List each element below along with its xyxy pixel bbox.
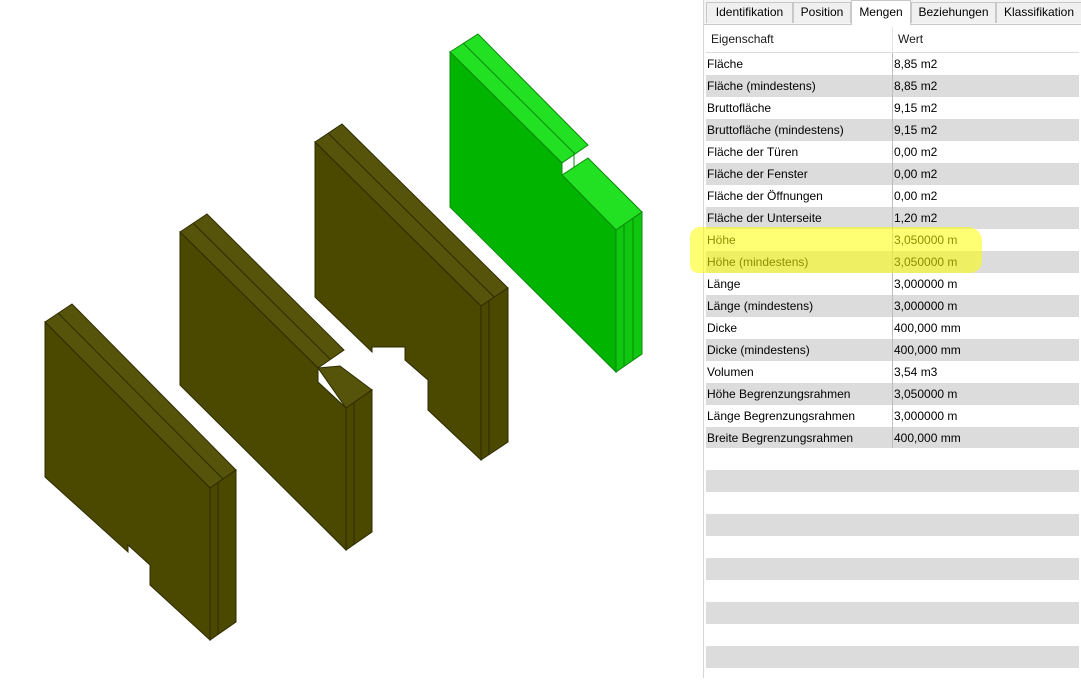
property-name: Volumen xyxy=(707,365,754,379)
property-name: Bruttofläche xyxy=(707,101,772,115)
table-row[interactable]: Fläche der Unterseite 1,20 m2 xyxy=(706,207,1079,229)
cell-divider xyxy=(892,141,893,163)
property-name: Dicke xyxy=(707,321,738,335)
cell-divider xyxy=(892,405,893,427)
property-value: 400,000 mm xyxy=(894,431,961,445)
cell-divider xyxy=(892,339,893,361)
property-value: 3,000000 m xyxy=(894,299,958,313)
property-name: Fläche der Türen xyxy=(707,145,799,159)
table-row[interactable]: Breite Begrenzungsrahmen 400,000 mm xyxy=(706,427,1079,449)
property-name: Höhe Begrenzungsrahmen xyxy=(707,387,851,401)
cell-divider xyxy=(892,229,893,251)
table-row[interactable]: Fläche der Fenster 0,00 m2 xyxy=(706,163,1079,185)
property-value: 1,20 m2 xyxy=(894,211,938,225)
cell-divider xyxy=(892,119,893,141)
cell-divider xyxy=(892,383,893,405)
table-row[interactable]: Dicke (mindestens) 400,000 mm xyxy=(706,339,1079,361)
grid-rows: Fläche 8,85 m2 Fläche (mindestens) 8,85 m2 B… xyxy=(706,53,1079,449)
cell-divider xyxy=(892,427,893,449)
table-row[interactable]: Fläche der Türen 0,00 m2 xyxy=(706,141,1079,163)
quantities-grid: Eigenschaft Wert Fläche 8,85 m2 Fläche (mi… xyxy=(706,27,1079,449)
table-row[interactable]: Bruttofläche (mindestens) 9,15 m2 xyxy=(706,119,1079,141)
property-name: Fläche der Fenster xyxy=(707,167,808,181)
column-header-property[interactable]: Eigenschaft xyxy=(711,27,774,52)
table-row[interactable]: Bruttofläche 9,15 m2 xyxy=(706,97,1079,119)
table-row[interactable]: Fläche der Öffnungen 0,00 m2 xyxy=(706,185,1079,207)
property-value: 400,000 mm xyxy=(894,321,961,335)
property-value: 9,15 m2 xyxy=(894,123,938,137)
property-name: Breite Begrenzungsrahmen xyxy=(707,431,854,445)
property-value: 3,050000 m xyxy=(894,255,958,269)
property-name: Dicke (mindestens) xyxy=(707,343,810,357)
property-name: Länge xyxy=(707,277,741,291)
table-row[interactable]: Länge Begrenzungsrahmen 3,000000 m xyxy=(706,405,1079,427)
cell-divider xyxy=(892,53,893,75)
cell-divider xyxy=(892,273,893,295)
grid-header: Eigenschaft Wert xyxy=(706,27,1079,53)
property-value: 0,00 m2 xyxy=(894,167,938,181)
property-value: 3,050000 m xyxy=(894,233,958,247)
3d-viewport[interactable] xyxy=(0,0,703,678)
property-name: Länge (mindestens) xyxy=(707,299,814,313)
cell-divider xyxy=(892,97,893,119)
property-value: 0,00 m2 xyxy=(894,189,938,203)
property-value: 8,85 m2 xyxy=(894,79,938,93)
property-value: 8,85 m2 xyxy=(894,57,938,71)
table-row[interactable]: Länge 3,000000 m xyxy=(706,273,1079,295)
cell-divider xyxy=(892,251,893,273)
property-value: 0,00 m2 xyxy=(894,145,938,159)
cell-divider xyxy=(892,295,893,317)
cell-divider xyxy=(892,361,893,383)
table-row[interactable]: Höhe 3,050000 m xyxy=(706,229,1079,251)
cell-divider xyxy=(892,317,893,339)
table-row[interactable]: Volumen 3,54 m3 xyxy=(706,361,1079,383)
property-name: Fläche xyxy=(707,57,744,71)
table-row[interactable]: Fläche (mindestens) 8,85 m2 xyxy=(706,75,1079,97)
property-value: 3,000000 m xyxy=(894,409,958,423)
property-name: Bruttofläche (mindestens) xyxy=(707,123,844,137)
table-row[interactable]: Höhe Begrenzungsrahmen 3,050000 m xyxy=(706,383,1079,405)
property-value: 3,54 m3 xyxy=(894,365,938,379)
cell-divider xyxy=(892,207,893,229)
properties-panel: Identifikation Position Mengen Beziehung… xyxy=(703,0,1081,690)
property-name: Fläche der Unterseite xyxy=(707,211,822,225)
property-value: 3,000000 m xyxy=(894,277,958,291)
model-view[interactable] xyxy=(0,0,703,678)
property-value: 400,000 mm xyxy=(894,343,961,357)
property-value: 3,050000 m xyxy=(894,387,958,401)
table-row[interactable]: Fläche 8,85 m2 xyxy=(706,53,1079,75)
tab-beziehungen[interactable]: Beziehungen xyxy=(911,2,996,23)
property-value: 9,15 m2 xyxy=(894,101,938,115)
cell-divider xyxy=(892,185,893,207)
column-divider[interactable] xyxy=(892,27,893,52)
column-header-value[interactable]: Wert xyxy=(898,27,923,52)
property-name: Höhe (mindestens) xyxy=(707,255,809,269)
tab-bar: Identifikation Position Mengen Beziehung… xyxy=(704,0,1081,25)
tab-identifikation[interactable]: Identifikation xyxy=(706,2,793,23)
table-row[interactable]: Höhe (mindestens) 3,050000 m xyxy=(706,251,1079,273)
grid-empty-area xyxy=(706,448,1079,690)
cell-divider xyxy=(892,163,893,185)
cell-divider xyxy=(892,75,893,97)
property-name: Fläche (mindestens) xyxy=(707,79,816,93)
tab-position[interactable]: Position xyxy=(793,2,851,23)
tab-klassifikation[interactable]: Klassifikation xyxy=(996,2,1081,23)
tab-mengen[interactable]: Mengen xyxy=(851,0,911,25)
property-name: Fläche der Öffnungen xyxy=(707,189,823,203)
property-name: Höhe xyxy=(707,233,736,247)
table-row[interactable]: Länge (mindestens) 3,000000 m xyxy=(706,295,1079,317)
property-name: Länge Begrenzungsrahmen xyxy=(707,409,856,423)
table-row[interactable]: Dicke 400,000 mm xyxy=(706,317,1079,339)
